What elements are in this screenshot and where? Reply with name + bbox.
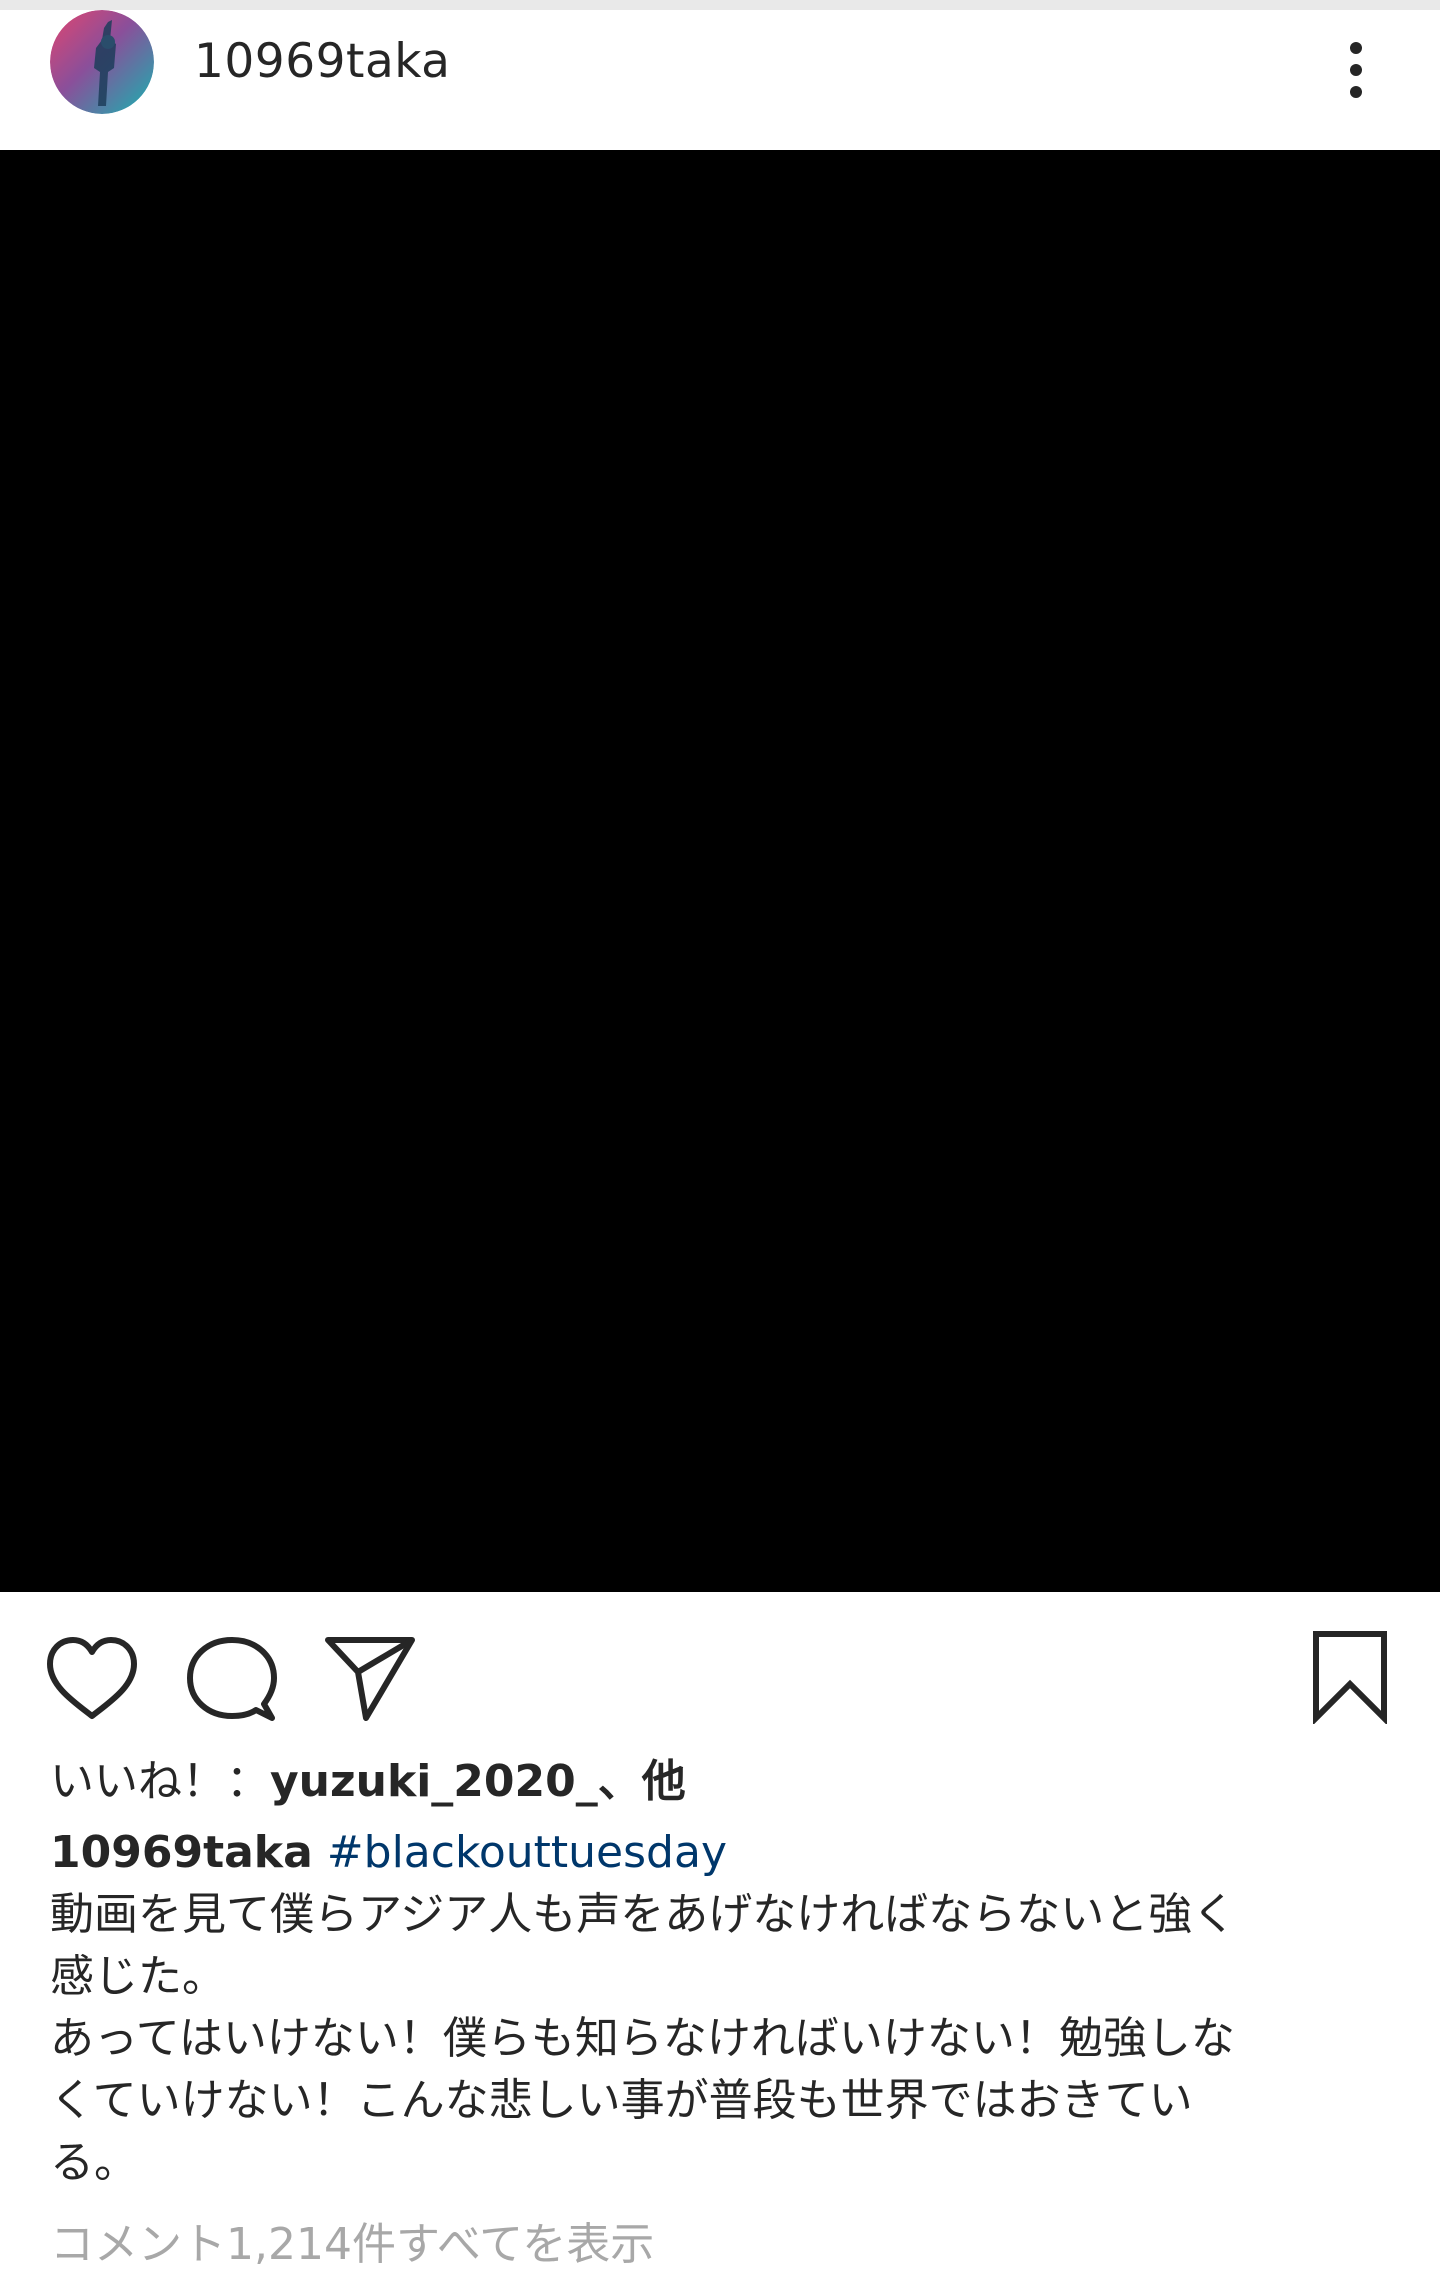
- caption-username[interactable]: 10969taka: [50, 1827, 313, 1878]
- caption-hashtag[interactable]: #blackouttuesday: [327, 1827, 727, 1878]
- likes-user-link[interactable]: yuzuki_2020_: [270, 1756, 598, 1807]
- speech-bubble-icon: [187, 1637, 277, 1721]
- likes-suffix: 、他: [597, 1756, 686, 1807]
- more-vertical-icon-dot: [1350, 86, 1362, 98]
- action-bar: [0, 1592, 1440, 1752]
- paper-plane-icon: [325, 1637, 415, 1721]
- post-caption: 10969taka #blackouttuesday 動画を見て僕らアジア人も声…: [50, 1822, 1390, 2194]
- bookmark-outline-icon: [1313, 1631, 1387, 1726]
- save-button[interactable]: [1302, 1628, 1398, 1726]
- post-header: 10969taka: [0, 10, 1440, 150]
- like-button[interactable]: [44, 1632, 140, 1728]
- instagram-post-screen: 10969taka いいね！：yuzuki_2020_、他 10969taka …: [0, 0, 1440, 2277]
- more-vertical-icon-dot: [1350, 64, 1362, 76]
- likes-summary[interactable]: いいね！：yuzuki_2020_、他: [50, 1752, 686, 1812]
- caption-text: 動画を見て僕らアジア人も声をあげなければならないと強く 感じた。 あってはいけな…: [50, 1889, 1237, 2188]
- post-image[interactable]: [0, 150, 1440, 1592]
- avatar-image: [50, 10, 154, 114]
- post-username[interactable]: 10969taka: [194, 34, 450, 90]
- comment-button[interactable]: [184, 1632, 280, 1728]
- more-options-button[interactable]: [1324, 30, 1388, 110]
- share-button[interactable]: [322, 1630, 418, 1726]
- status-bar-edge: [0, 0, 1440, 10]
- avatar[interactable]: [50, 10, 154, 114]
- heart-outline-icon: [47, 1637, 137, 1719]
- view-all-comments-link[interactable]: コメント1,214件すべてを表示: [50, 2215, 654, 2275]
- likes-prefix: いいね！：: [50, 1756, 270, 1807]
- more-vertical-icon: [1350, 42, 1362, 54]
